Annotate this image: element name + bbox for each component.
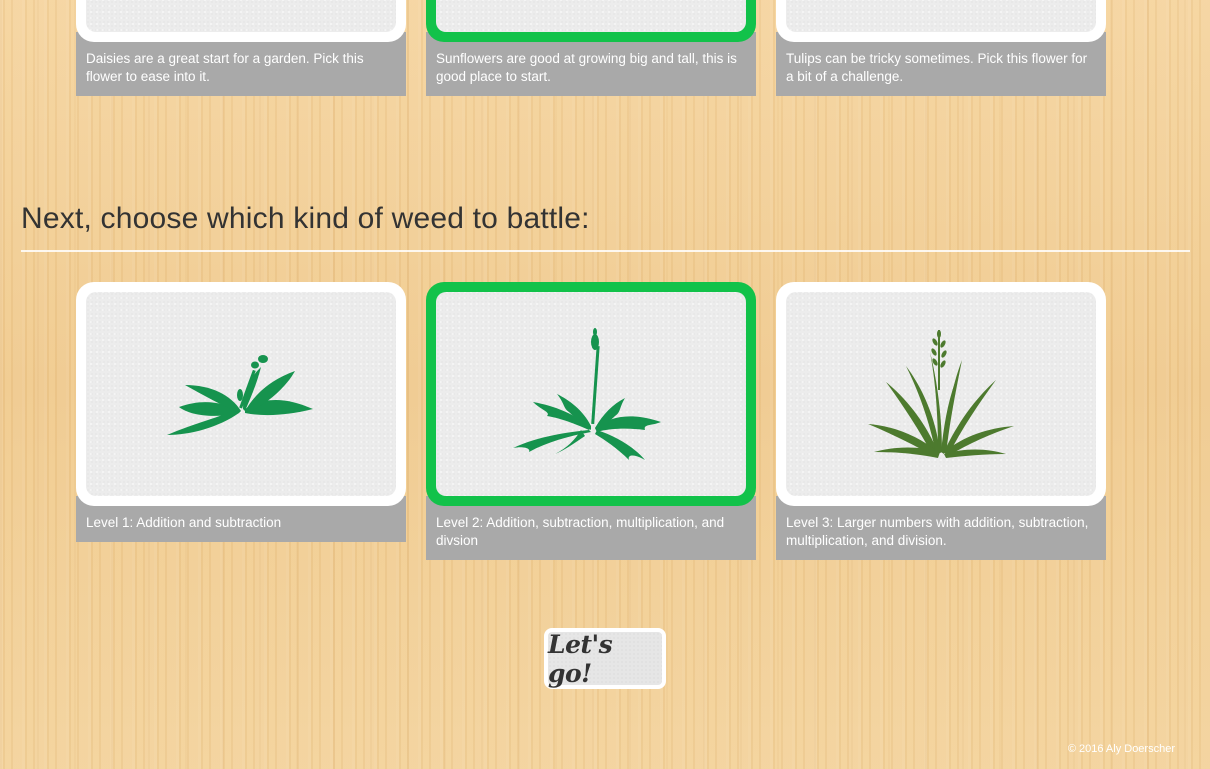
grass-weed-icon <box>868 330 1014 458</box>
weed-card-frame-selected <box>426 282 756 506</box>
flower-image-daisy <box>86 0 396 32</box>
weed-section-heading: Next, choose which kind of weed to battl… <box>21 202 590 235</box>
weed-image-level-2 <box>436 292 746 496</box>
weed-image-level-1 <box>86 292 396 496</box>
weed-card-level-3[interactable]: Level 3: Larger numbers with addition, s… <box>776 282 1106 560</box>
dandelion-weed-icon <box>513 328 661 460</box>
flower-card-daisy[interactable]: Daisies are a great start for a garden. … <box>76 0 406 96</box>
weed-card-frame <box>76 282 406 506</box>
lets-go-button[interactable]: Let's go! <box>544 628 666 689</box>
weed-card-level-2[interactable]: Level 2: Addition, subtraction, multipli… <box>426 282 756 560</box>
weed-image-level-3 <box>786 292 1096 496</box>
flower-card-tulip[interactable]: Tulips can be tricky sometimes. Pick thi… <box>776 0 1106 96</box>
flower-card-frame-selected <box>426 0 756 42</box>
section-divider <box>21 250 1190 252</box>
flower-image-tulip <box>786 0 1096 32</box>
footer-copyright: © 2016 Aly Doerscher <box>1067 743 1175 755</box>
plantain-weed-icon <box>167 355 313 435</box>
weed-card-frame <box>776 282 1106 506</box>
flower-card-frame <box>776 0 1106 42</box>
weed-card-level-1[interactable]: Level 1: Addition and subtraction <box>76 282 406 542</box>
flower-card-sunflower[interactable]: Sunflowers are good at growing big and t… <box>426 0 756 96</box>
flower-image-sunflower <box>436 0 746 32</box>
flower-card-frame <box>76 0 406 42</box>
page: Daisies are a great start for a garden. … <box>0 0 1210 769</box>
